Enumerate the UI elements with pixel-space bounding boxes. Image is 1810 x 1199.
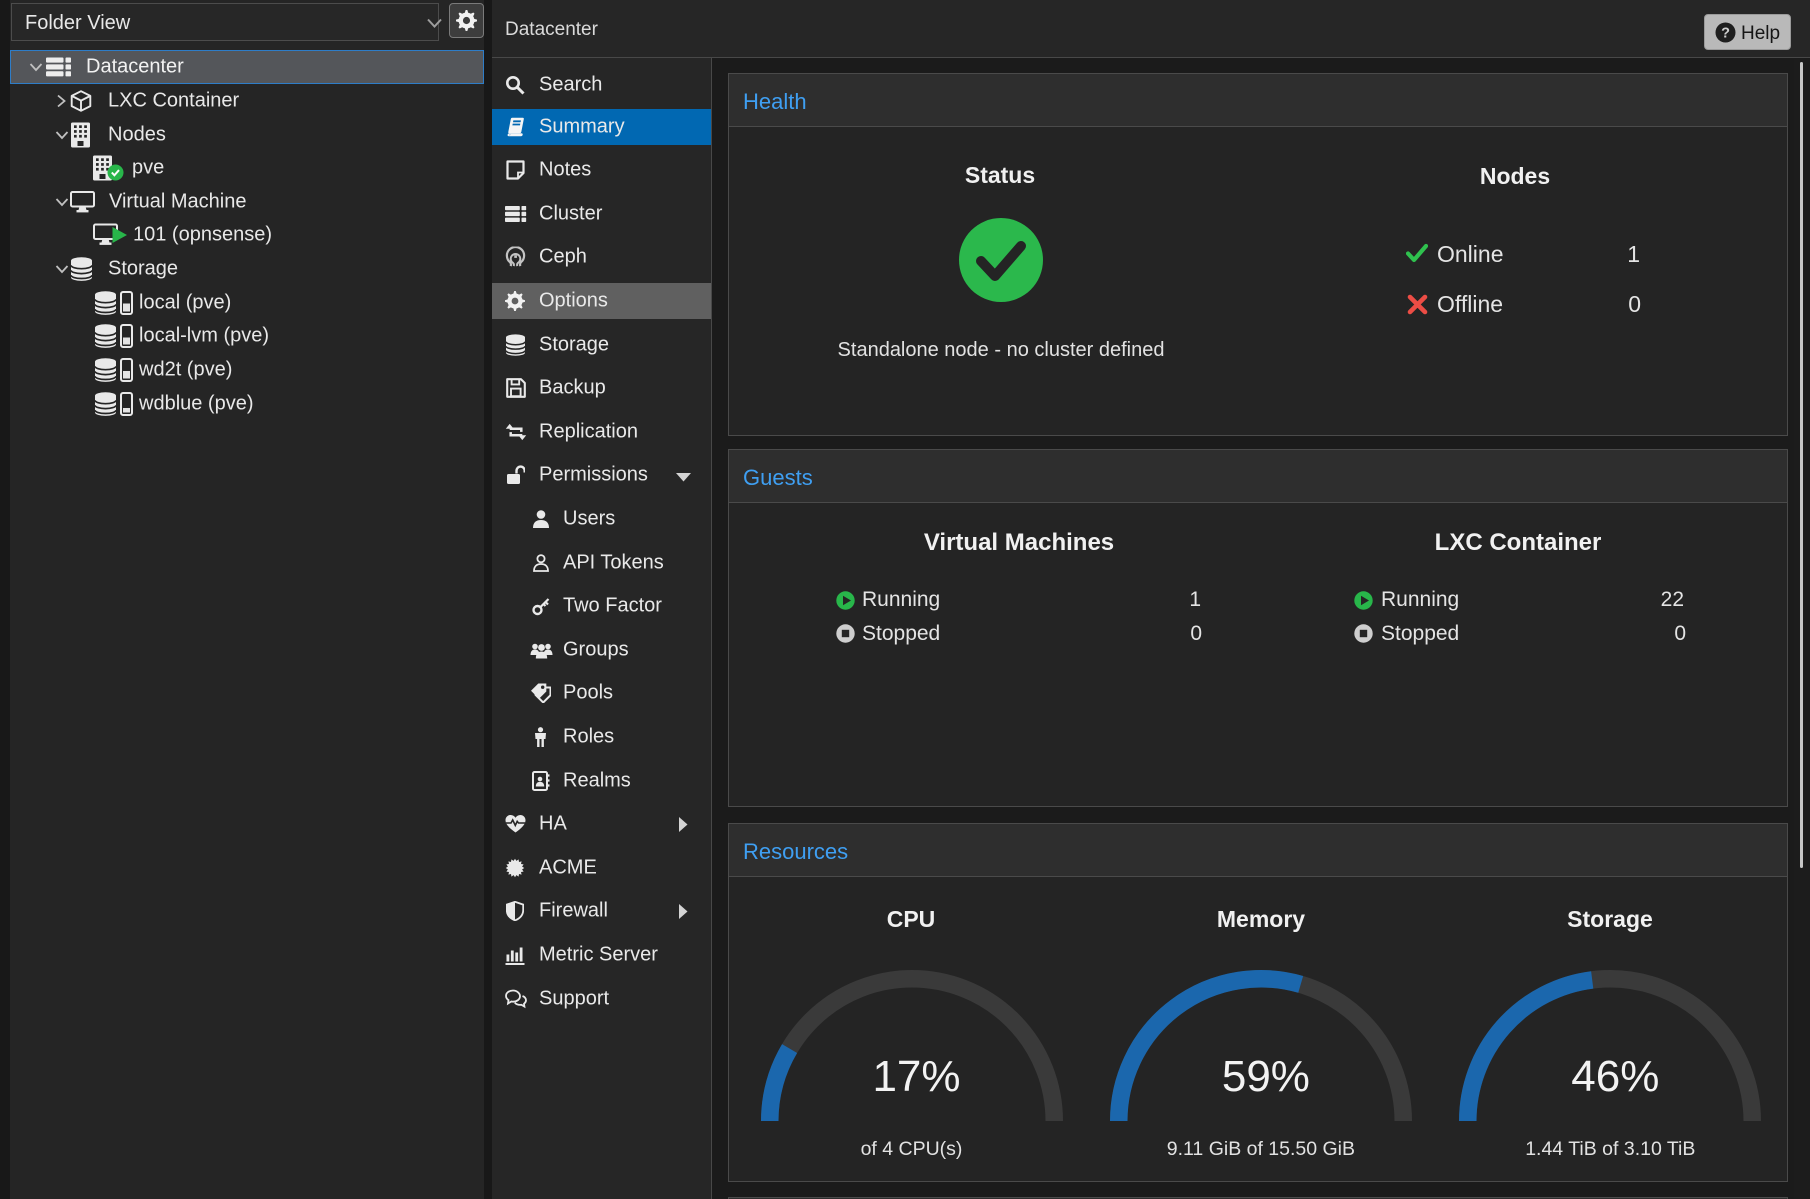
svg-text:?: ?	[1721, 25, 1730, 41]
